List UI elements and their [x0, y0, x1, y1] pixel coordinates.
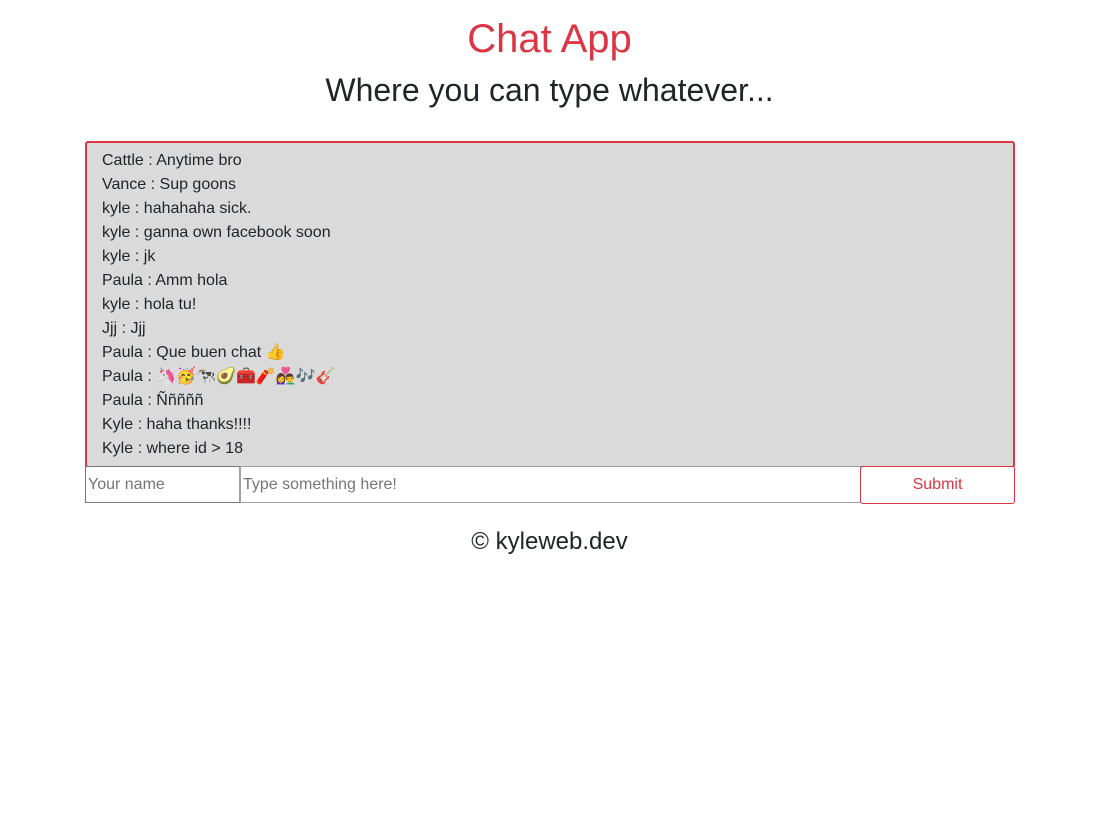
message-item: Paula : Ñññññ [102, 392, 204, 409]
submit-button[interactable]: Submit [860, 466, 1015, 504]
message-item: Cattle : Anytime bro [102, 152, 242, 169]
message-item: Paula : Que buen chat 👍 [102, 344, 286, 361]
message-item: Jjj : Jjj [102, 320, 146, 337]
name-input[interactable] [85, 466, 240, 503]
chat-messages-panel[interactable]: Cattle : Anytime bro Vance : Sup goons k… [85, 141, 1015, 468]
page: Chat App Where you can type whatever... … [0, 0, 1099, 825]
message-item: Paula : Amm hola [102, 272, 228, 289]
message-item: kyle : hola tu! [102, 296, 197, 313]
message-item: Kyle : where id > 18 [102, 440, 243, 457]
message-item: Kyle : haha thanks!!!! [102, 416, 252, 433]
message-list: Cattle : Anytime bro Vance : Sup goons k… [87, 143, 1013, 461]
message-item: Paula : 🦄🥳🐄🥑🧰🧨👩‍❤️‍👨🎶🎸 [102, 368, 336, 385]
footer-copyright: © kyleweb.dev [471, 528, 628, 555]
message-item: kyle : hahahaha sick. [102, 200, 252, 217]
chat-form: Submit [85, 466, 1015, 504]
message-item: Vance : Sup goons [102, 176, 237, 193]
message-item: kyle : ganna own facebook soon [102, 224, 331, 241]
message-item: kyle : jk [102, 248, 156, 265]
page-subtitle: Where you can type whatever... [325, 72, 774, 108]
page-title: Chat App [467, 17, 632, 61]
message-input[interactable] [240, 466, 861, 503]
